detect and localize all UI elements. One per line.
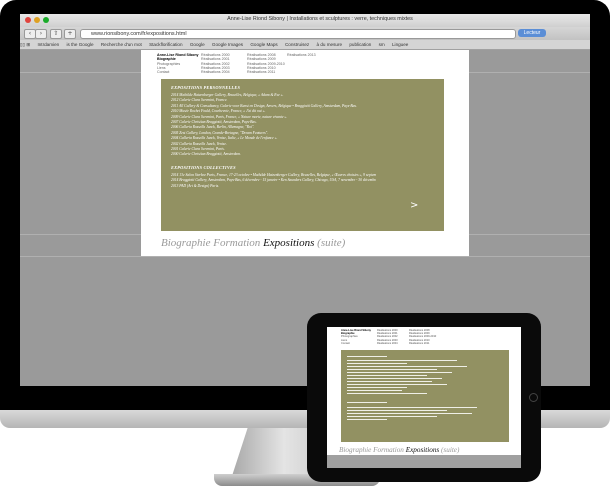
tablet-site-nav-primary: Anne-Lise Riond Sibony Biographie Photog…: [341, 329, 371, 345]
browser-toolbar: ‹ › ⇧ + www.rionsibony.com/fr/exposition…: [20, 27, 590, 40]
bookmarks-bar: ▯▯ ⊞ Intrdamien is the Google Recherche …: [20, 40, 590, 50]
bookmark-item[interactable]: Linguee: [392, 42, 408, 47]
bookmark-item[interactable]: à du mesure: [317, 42, 343, 47]
bookmark-item[interactable]: is the Google: [66, 42, 93, 47]
text-line: [347, 419, 387, 420]
text-line: [347, 363, 407, 364]
list-item: 2000 Galerie Christian Braggiotti, Amste…: [171, 152, 241, 157]
site-nav-primary: Anne-Lise Riond Sibony Biographie Photog…: [157, 53, 199, 74]
url-text: www.rionsibony.com/fr/expositions.html: [91, 31, 187, 37]
page-caption: Biographie Formation Expositions (suite): [161, 237, 461, 249]
bookmark-item[interactable]: Construisez: [285, 42, 309, 47]
nav-link-contact[interactable]: Contact: [341, 342, 371, 345]
text-line: [347, 381, 432, 382]
nav-link-realisations[interactable]: Réalisations 2001: [201, 57, 230, 61]
close-window-icon[interactable]: [25, 17, 31, 23]
tablet-page-caption: Biographie Formation Expositions (suite): [339, 446, 519, 454]
site-nav-realisations-2: Réalisations 2008 Réalisations 2009 Réal…: [247, 53, 285, 74]
nav-link-realisations[interactable]: Réalisations 2011: [409, 342, 436, 345]
tablet-screen: Anne-Lise Riond Sibony Biographie Photog…: [327, 327, 521, 468]
text-line: [347, 384, 447, 385]
zoom-window-icon[interactable]: [43, 17, 49, 23]
text-line: [347, 360, 457, 361]
web-page: Anne-Lise Riond Sibony Biographie Photog…: [141, 50, 469, 256]
plus-icon[interactable]: +: [64, 29, 76, 39]
bookmark-item[interactable]: Stackflorification: [149, 42, 182, 47]
section-title-personnelles: EXPOSITIONS PERSONNELLES: [171, 85, 241, 90]
divider: [20, 256, 590, 257]
bookmark-item[interactable]: Google Maps: [250, 42, 277, 47]
bookmarks-icon[interactable]: ▯▯ ⊞: [20, 42, 30, 47]
text-line: [347, 378, 442, 379]
text-line: [347, 407, 477, 408]
tablet-web-page: Anne-Lise Riond Sibony Biographie Photog…: [327, 327, 521, 455]
text-line: [347, 390, 402, 391]
caption-suite: (suite): [439, 446, 460, 454]
text-line: [347, 372, 452, 373]
text-line: [347, 369, 437, 370]
content-panel: EXPOSITIONS PERSONNELLES 2014 Mathilde H…: [161, 79, 444, 231]
site-nav-realisations-3: Réalisations 2013: [287, 53, 316, 57]
bookmark-item[interactable]: sm: [379, 42, 385, 47]
text-line: [347, 387, 407, 388]
text-line: [347, 366, 467, 367]
text-line: [347, 413, 472, 414]
nav-link-realisations[interactable]: Réalisations 2004: [201, 70, 230, 74]
forward-arrow-icon[interactable]: ›: [35, 29, 47, 39]
tablet-content-panel: [341, 350, 509, 442]
exhibitions-personal-list: 2014 Mathilde Hatzenberger Gallery, Brux…: [171, 93, 376, 158]
caption-suite: (suite): [314, 237, 346, 249]
caption-biographie-formation[interactable]: Biographie Formation: [161, 237, 263, 249]
nav-link-contact[interactable]: Contact: [157, 70, 199, 74]
section-title-collectives: EXPOSITIONS COLLECTIVES: [171, 165, 236, 170]
text-line: [347, 410, 447, 411]
tablet-device: Anne-Lise Riond Sibony Biographie Photog…: [307, 313, 541, 482]
text-line: [347, 375, 427, 376]
minimize-window-icon[interactable]: [34, 17, 40, 23]
bookmark-item[interactable]: publication: [349, 42, 371, 47]
share-icon[interactable]: ⇧: [50, 29, 62, 39]
next-arrow-icon[interactable]: >: [410, 200, 418, 211]
bookmark-item[interactable]: Intrdamien: [37, 42, 59, 47]
text-line: [347, 393, 427, 394]
exhibitions-group-list: 2014 13e Salon Sterbez Paris, France, 17…: [171, 173, 376, 189]
tablet-site-nav-realisations-2: Réalisations 2008 Réalisations 2009 Réal…: [409, 329, 436, 345]
text-line: [347, 356, 387, 357]
reader-button[interactable]: Lecteur: [518, 29, 546, 37]
bookmark-item[interactable]: Recherche d'un mot: [101, 42, 142, 47]
text-line: [347, 402, 387, 403]
tablet-home-button[interactable]: [529, 393, 538, 402]
list-item: 2013 PAD (Art & Design) Paris.: [171, 183, 220, 188]
bookmark-item[interactable]: Google: [190, 42, 205, 47]
window-title: Anne-Lise Riond Sibony | Installations e…: [227, 16, 413, 22]
nav-link-realisations[interactable]: Réalisations 2004: [377, 342, 398, 345]
nav-link-realisations[interactable]: Réalisations 2013: [287, 53, 316, 57]
tablet-site-nav-realisations-1: Réalisations 2000 Réalisations 2001 Réal…: [377, 329, 398, 345]
caption-biographie-formation[interactable]: Biographie Formation: [339, 446, 406, 454]
text-line: [347, 416, 437, 417]
caption-expositions[interactable]: Expositions: [406, 446, 440, 454]
browser-titlebar: Anne-Lise Riond Sibony | Installations e…: [20, 14, 590, 27]
caption-expositions[interactable]: Expositions: [263, 237, 314, 249]
bookmark-item[interactable]: Google Images: [212, 42, 243, 47]
site-nav-realisations-1: Réalisations 2000 Réalisations 2001 Réal…: [201, 53, 230, 74]
nav-link-realisations[interactable]: Réalisations 2011: [247, 70, 285, 74]
url-bar[interactable]: www.rionsibony.com/fr/expositions.html: [80, 29, 516, 39]
